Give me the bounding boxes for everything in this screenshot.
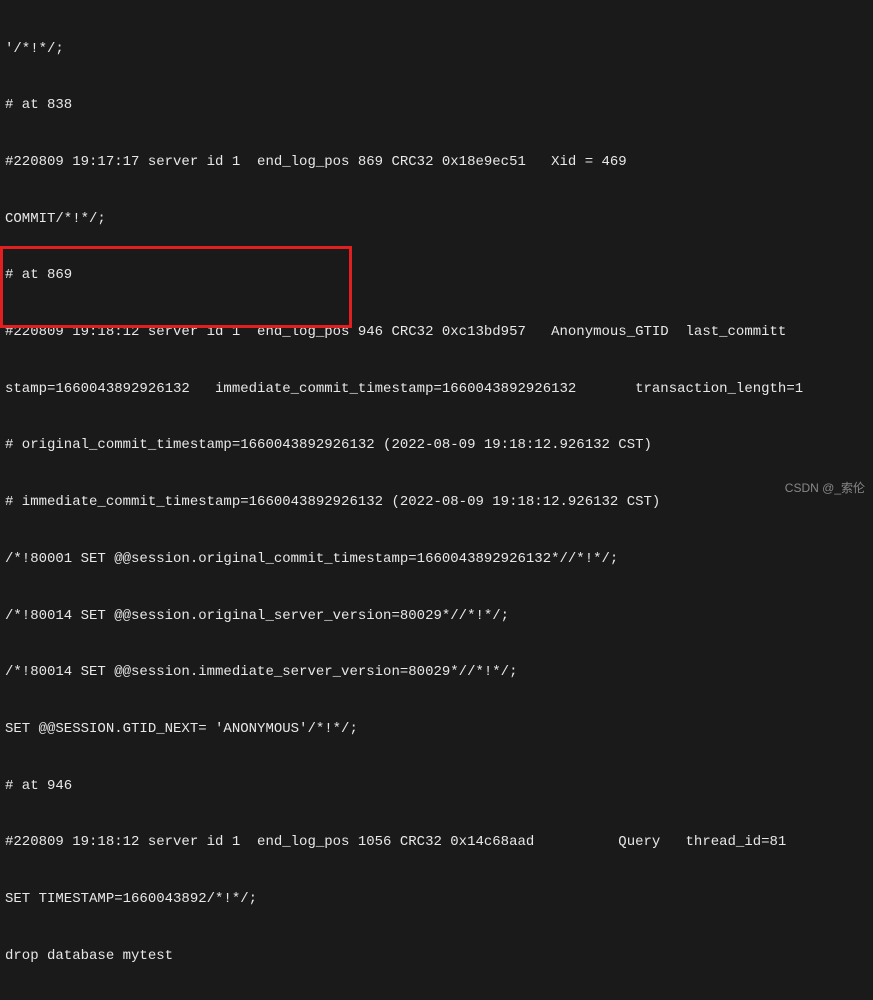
watermark-text: CSDN @_索伦	[785, 480, 865, 496]
log-line: COMMIT/*!*/;	[5, 210, 868, 229]
log-line: #220809 19:18:12 server id 1 end_log_pos…	[5, 323, 868, 342]
log-line: #220809 19:18:12 server id 1 end_log_pos…	[5, 833, 868, 852]
log-line: stamp=1660043892926132 immediate_commit_…	[5, 380, 868, 399]
log-line: /*!80001 SET @@session.original_commit_t…	[5, 550, 868, 569]
log-line: /*!80014 SET @@session.original_server_v…	[5, 607, 868, 626]
log-line: SET @@SESSION.GTID_NEXT= 'ANONYMOUS'/*!*…	[5, 720, 868, 739]
log-line: /*!80014 SET @@session.immediate_server_…	[5, 663, 868, 682]
log-line: #220809 19:17:17 server id 1 end_log_pos…	[5, 153, 868, 172]
log-line: drop database mytest	[5, 947, 868, 966]
log-line: # original_commit_timestamp=166004389292…	[5, 436, 868, 455]
log-line: # at 838	[5, 96, 868, 115]
log-line: # immediate_commit_timestamp=16600438929…	[5, 493, 868, 512]
log-line: '/*!*/;	[5, 40, 868, 59]
log-line: # at 869	[5, 266, 868, 285]
log-line: SET TIMESTAMP=1660043892/*!*/;	[5, 890, 868, 909]
terminal-output: '/*!*/; # at 838 #220809 19:17:17 server…	[5, 2, 868, 1000]
log-line: # at 946	[5, 777, 868, 796]
